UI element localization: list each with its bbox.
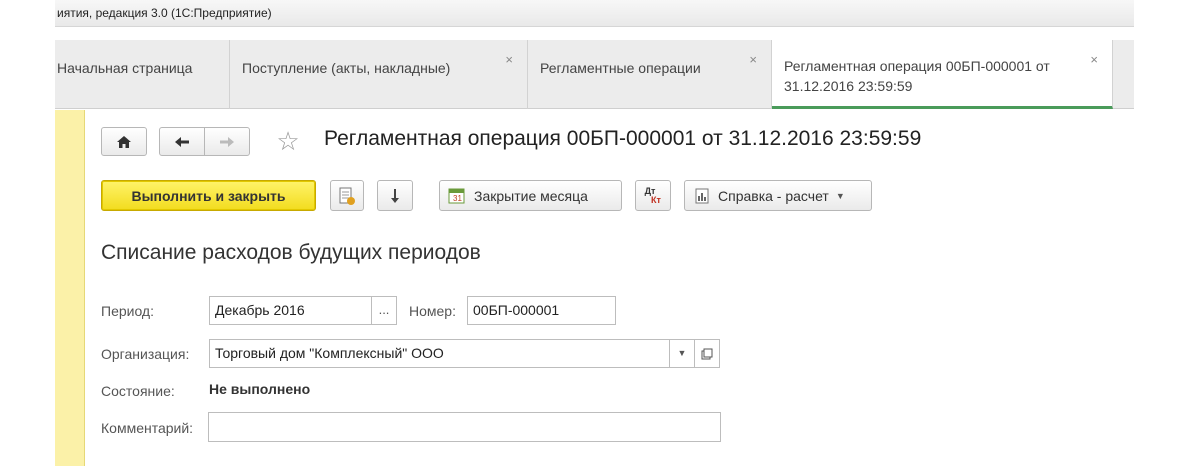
tab-strip: Начальная страница Поступление (акты, на… xyxy=(55,40,1134,109)
arrow-down-icon xyxy=(389,188,401,204)
tab-label: Регламентная операция 00БП-000001 от 31.… xyxy=(784,58,1050,94)
arrow-left-icon xyxy=(174,136,190,148)
status-value: Не выполнено xyxy=(209,381,311,397)
status-label: Состояние: xyxy=(101,383,175,399)
home-button[interactable] xyxy=(101,127,147,156)
comment-field[interactable] xyxy=(208,412,721,442)
report-dropdown-button[interactable]: Справка - расчет ▼ xyxy=(684,180,872,211)
organization-label: Организация: xyxy=(101,346,190,362)
window-title: иятия, редакция 3.0 (1С:Предприятие) xyxy=(55,0,1134,27)
tab-close-icon[interactable]: × xyxy=(1090,50,1098,70)
execute-and-close-button[interactable]: Выполнить и закрыть xyxy=(101,180,316,211)
post-button[interactable] xyxy=(330,180,364,211)
chevron-down-icon: ▼ xyxy=(677,348,687,358)
period-field[interactable]: Декабрь 2016 xyxy=(209,296,372,325)
close-month-label: Закрытие месяца xyxy=(474,187,588,204)
svg-text:31: 31 xyxy=(453,194,462,203)
chevron-down-icon: ▼ xyxy=(835,190,845,201)
download-button[interactable] xyxy=(377,180,413,211)
document-post-icon xyxy=(338,186,356,206)
tab-close-icon[interactable]: × xyxy=(505,50,513,70)
period-select-button[interactable]: ... xyxy=(371,296,397,325)
forward-button[interactable] xyxy=(204,127,250,156)
number-label: Номер: xyxy=(409,303,456,319)
tab-label: Начальная страница xyxy=(57,60,193,76)
tab-close-icon[interactable]: × xyxy=(749,50,757,70)
report-icon xyxy=(695,188,709,204)
report-label: Справка - расчет xyxy=(718,187,829,204)
star-icon[interactable]: ☆ xyxy=(274,127,302,155)
section-title: Списание расходов будущих периодов xyxy=(101,241,481,264)
tab-receipts[interactable]: Поступление (акты, накладные) × xyxy=(230,40,528,109)
organization-field[interactable]: Торговый дом "Комплексный" ООО xyxy=(209,339,670,368)
tab-regulatory-operation-doc[interactable]: Регламентная операция 00БП-000001 от 31.… xyxy=(772,40,1113,109)
comment-label: Комментарий: xyxy=(101,420,194,436)
organization-open-button[interactable] xyxy=(694,339,720,368)
credit-label: Кт xyxy=(651,194,661,205)
organization-dropdown-button[interactable]: ▼ xyxy=(669,339,695,368)
close-month-button[interactable]: 31 Закрытие месяца xyxy=(439,180,622,211)
tab-home[interactable]: Начальная страница xyxy=(55,40,230,109)
back-button[interactable] xyxy=(159,127,205,156)
page-title: Регламентная операция 00БП-000001 от 31.… xyxy=(324,127,922,150)
open-form-icon xyxy=(701,348,713,363)
number-field[interactable]: 00БП-000001 xyxy=(467,296,616,325)
left-panel-stripe xyxy=(55,110,85,466)
calendar-icon: 31 xyxy=(448,187,466,205)
period-label: Период: xyxy=(101,303,154,319)
tab-label: Регламентные операции xyxy=(540,60,701,76)
dt-kt-button[interactable]: Дт Кт xyxy=(635,180,671,211)
tab-label: Поступление (акты, накладные) xyxy=(242,60,451,76)
arrow-right-icon xyxy=(219,136,235,148)
home-icon xyxy=(116,135,132,149)
tab-regulatory-operations[interactable]: Регламентные операции × xyxy=(528,40,772,109)
